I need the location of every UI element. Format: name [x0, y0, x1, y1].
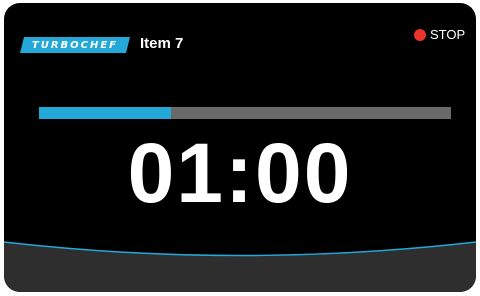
item-title: Item 7	[140, 35, 184, 52]
cook-progress-fill	[39, 107, 171, 119]
turbochef-logo: TURBOCHEF	[20, 37, 130, 53]
bottom-panel	[4, 239, 476, 292]
stop-circle-icon	[414, 28, 426, 41]
stop-label: STOP	[430, 27, 466, 42]
countdown-timer: 01:00	[127, 126, 353, 220]
logo-text: TURBOCHEF	[31, 39, 119, 51]
cook-progress-bar	[39, 107, 451, 119]
oven-screen: TURBOCHEF Item 7 STOP 01:00	[4, 3, 476, 292]
stop-button[interactable]: STOP	[414, 27, 465, 42]
